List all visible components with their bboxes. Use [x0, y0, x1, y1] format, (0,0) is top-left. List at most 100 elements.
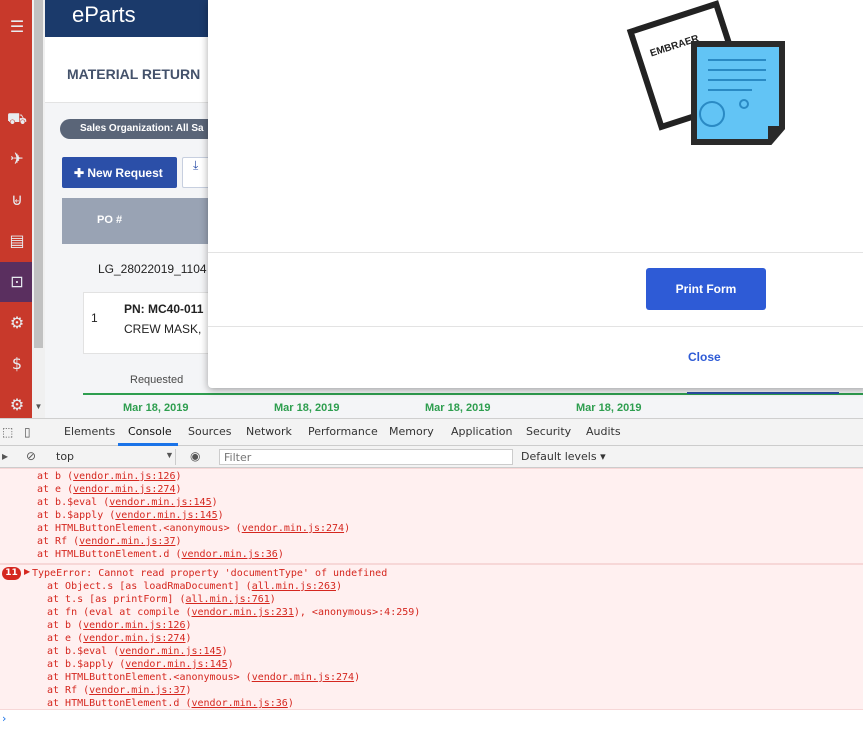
stack-trace-text: at Rf ( — [37, 536, 80, 547]
source-link[interactable]: vendor.min.js:37 — [79, 536, 175, 547]
document-illustration-icon: EMBRAER — [626, 0, 785, 145]
scrollbar-thumb[interactable] — [34, 0, 43, 348]
source-link[interactable]: vendor.min.js:145 — [125, 659, 227, 670]
stack-trace-line: at b.$eval (vendor.min.js:145) — [37, 496, 218, 509]
source-link[interactable]: all.min.js:263 — [252, 581, 336, 592]
money-icon[interactable]: $ — [6, 353, 28, 375]
show-sidebar-icon[interactable]: ▸ — [2, 449, 8, 463]
stack-trace-line: at b (vendor.min.js:126) — [47, 619, 192, 632]
source-link[interactable]: vendor.min.js:274 — [252, 672, 354, 683]
app-window: ☰ ⛟ ✈ ⊌ ▤ ⊡ ⚙ $ ⚙ ▼ eParts MATERIAL RETU… — [0, 0, 863, 418]
stack-trace-text: at t.s [as printForm] ( — [47, 594, 186, 605]
stack-trace-text: at b ( — [37, 471, 74, 482]
sidebar: ☰ ⛟ ✈ ⊌ ▤ ⊡ ⚙ $ ⚙ — [0, 0, 32, 418]
devtools-panel: ⬚ ▯ Elements Console Sources Network Per… — [0, 418, 863, 729]
stack-trace-tail: ) — [287, 698, 294, 709]
stack-trace-line: at t.s [as printForm] (all.min.js:761) — [47, 593, 276, 606]
stack-trace-tail: ) — [217, 510, 224, 521]
expand-arrow-icon[interactable]: ▶ — [24, 567, 30, 576]
stack-trace-text: at HTMLButtonElement.<anonymous> ( — [37, 523, 242, 534]
source-link[interactable]: all.min.js:761 — [185, 594, 269, 605]
console-toolbar: ▸ ⊘ top ▼ ◉ Default levels ▾ — [0, 446, 863, 468]
timeline-date: Mar 18, 2019 — [425, 402, 491, 414]
stack-trace-tail: ) — [185, 685, 192, 696]
new-request-button[interactable]: ✚ New Request — [62, 157, 177, 188]
plus-icon: ✚ — [74, 165, 88, 180]
new-request-label: New Request — [87, 165, 163, 180]
stack-trace-line: at b.$eval (vendor.min.js:145) — [47, 645, 228, 658]
modal-divider — [208, 252, 863, 253]
stack-trace-line: at HTMLButtonElement.d (vendor.min.js:36… — [47, 697, 294, 710]
column-header-po[interactable]: PO # — [97, 214, 122, 226]
console-output: 11 ▶ TypeError: Cannot read property 'do… — [0, 468, 863, 729]
stack-trace-line: at Object.s [as loadRmaDocument] (all.mi… — [47, 580, 342, 593]
source-link[interactable]: vendor.min.js:274 — [242, 523, 344, 534]
stack-trace-line: at b.$apply (vendor.min.js:145) — [37, 509, 224, 522]
stack-trace-text: at fn (eval at compile ( — [47, 607, 192, 618]
print-form-button[interactable]: Print Form — [646, 268, 766, 310]
source-link[interactable]: vendor.min.js:145 — [119, 646, 221, 657]
chevron-down-icon: ▼ — [165, 450, 174, 460]
stack-trace-text: at HTMLButtonElement.<anonymous> ( — [47, 672, 252, 683]
source-link[interactable]: vendor.min.js:231 — [192, 607, 294, 618]
source-link[interactable]: vendor.min.js:37 — [89, 685, 185, 696]
stack-trace-line: at Rf (vendor.min.js:37) — [37, 535, 182, 548]
item-part-number: PN: MC40-011 — [124, 302, 204, 316]
tab-security[interactable]: Security — [526, 425, 571, 438]
stack-trace-tail: ) — [185, 620, 192, 631]
scroll-down-arrow-icon[interactable]: ▼ — [34, 402, 43, 414]
source-link[interactable]: vendor.min.js:274 — [83, 633, 185, 644]
print-form-modal: EMBRAER Print Form Close — [208, 0, 863, 388]
stack-trace-tail: ) — [336, 581, 343, 592]
return-box-icon[interactable]: ⊡ — [6, 271, 28, 293]
stack-trace-line: at e (vendor.min.js:274) — [47, 632, 192, 645]
levels-label: Default levels — [521, 450, 597, 463]
filter-input[interactable] — [219, 449, 513, 465]
stack-trace-text: at b ( — [47, 620, 84, 631]
tab-elements[interactable]: Elements — [64, 425, 115, 438]
plane-icon[interactable]: ✈ — [6, 148, 28, 170]
close-link[interactable]: Close — [688, 350, 721, 364]
tab-network[interactable]: Network — [246, 425, 292, 438]
tab-sources[interactable]: Sources — [188, 425, 232, 438]
tab-memory[interactable]: Memory — [389, 425, 434, 438]
console-prompt-icon[interactable]: › — [2, 712, 6, 725]
brand-logo[interactable]: eParts — [72, 2, 136, 28]
context-select[interactable]: top — [50, 449, 176, 465]
timeline-label: Requested — [130, 374, 184, 386]
clear-console-icon[interactable]: ⊘ — [26, 449, 36, 463]
stack-trace-line: at fn (eval at compile (vendor.min.js:23… — [47, 606, 420, 619]
menu-icon[interactable]: ☰ — [6, 16, 28, 38]
stack-trace-text: at Rf ( — [47, 685, 90, 696]
cart-icon[interactable]: ⊌ — [6, 189, 28, 211]
default-levels-dropdown[interactable]: Default levels ▾ — [521, 450, 606, 463]
stack-trace-tail: ), <anonymous>:4:259) — [293, 607, 421, 618]
tab-console[interactable]: Console — [128, 425, 172, 438]
stack-trace-line: at b.$apply (vendor.min.js:145) — [47, 658, 234, 671]
tab-performance[interactable]: Performance — [308, 425, 378, 438]
source-link[interactable]: vendor.min.js:145 — [115, 510, 217, 521]
source-link[interactable]: vendor.min.js:126 — [73, 471, 175, 482]
source-link[interactable]: vendor.min.js:36 — [182, 549, 278, 560]
settings-icon[interactable]: ⚙ — [6, 394, 28, 416]
source-link[interactable]: vendor.min.js:145 — [109, 497, 211, 508]
stack-trace-text: at e ( — [37, 484, 74, 495]
live-expression-eye-icon[interactable]: ◉ — [190, 449, 200, 463]
stack-trace-line: at Rf (vendor.min.js:37) — [47, 684, 192, 697]
source-link[interactable]: vendor.min.js:36 — [192, 698, 288, 709]
tab-application[interactable]: Application — [451, 425, 512, 438]
document-icon[interactable]: ▤ — [6, 230, 28, 252]
stack-trace-text: at HTMLButtonElement.d ( — [47, 698, 192, 709]
source-link[interactable]: vendor.min.js:274 — [73, 484, 175, 495]
inspect-element-icon[interactable]: ⬚ — [2, 425, 13, 439]
source-link[interactable]: vendor.min.js:126 — [83, 620, 185, 631]
gears-icon[interactable]: ⚙ — [6, 312, 28, 334]
tab-audits[interactable]: Audits — [586, 425, 621, 438]
stack-trace-tail: ) — [211, 497, 218, 508]
stack-trace-line: at HTMLButtonElement.d (vendor.min.js:36… — [37, 548, 284, 561]
truck-icon[interactable]: ⛟ — [6, 108, 28, 130]
devtools-tab-bar: ⬚ ▯ Elements Console Sources Network Per… — [0, 419, 863, 446]
stack-trace-line: at HTMLButtonElement.<anonymous> (vendor… — [47, 671, 360, 684]
device-toolbar-icon[interactable]: ▯ — [24, 425, 31, 439]
timeline-date: Mar 18, 2019 — [123, 402, 189, 414]
